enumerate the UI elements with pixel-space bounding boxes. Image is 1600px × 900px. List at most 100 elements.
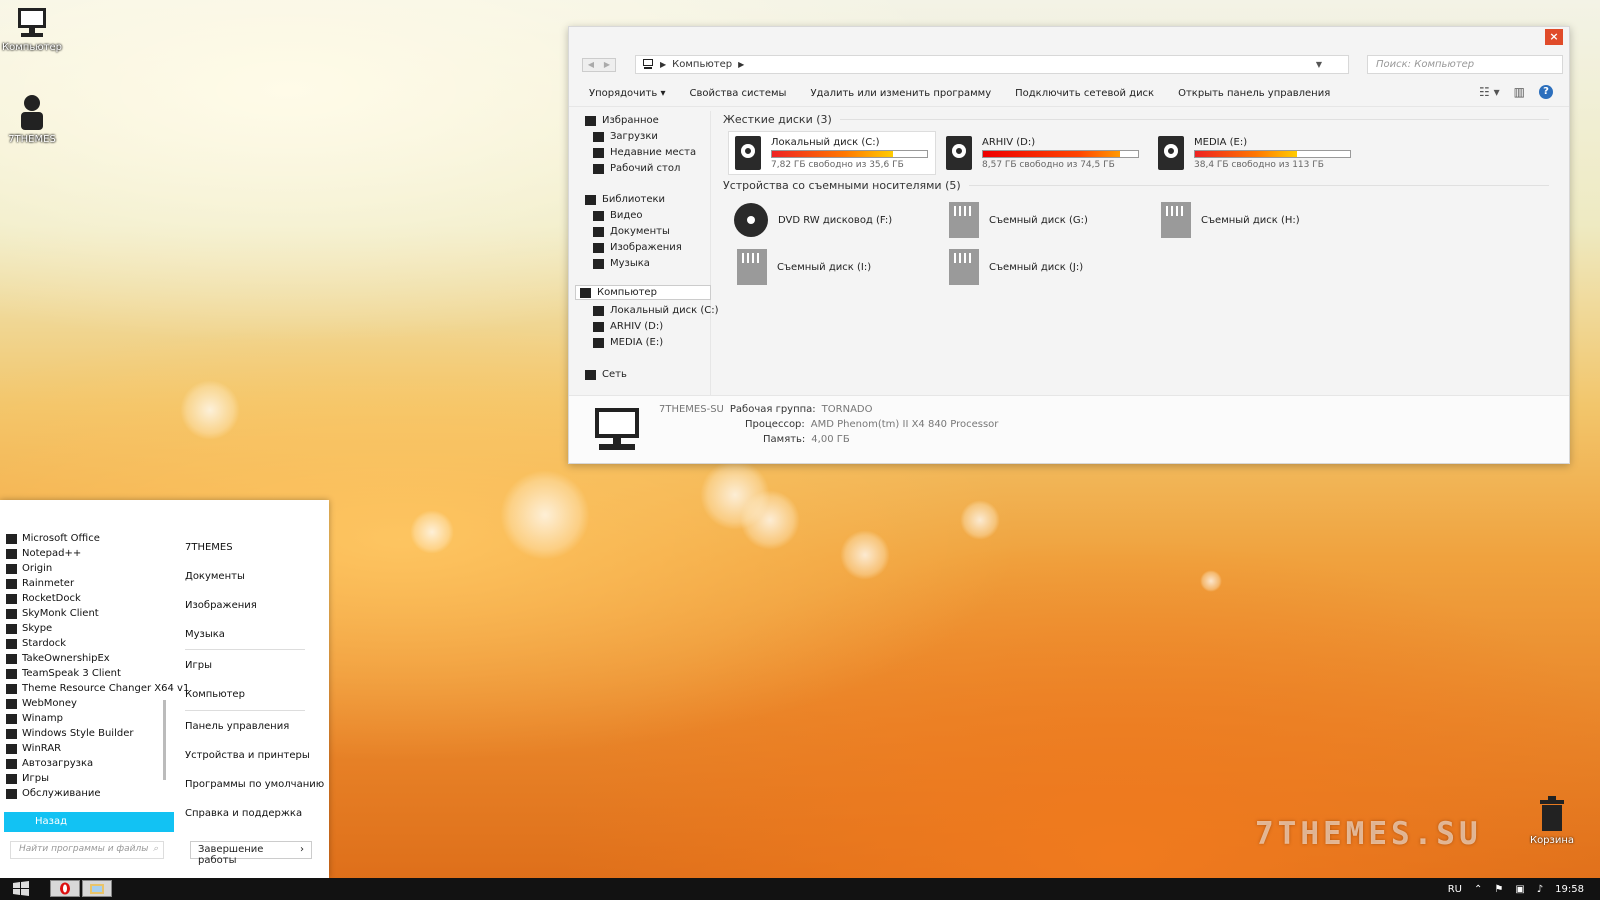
help-icon[interactable]: ? <box>1539 85 1553 99</box>
device-item[interactable]: Съемный диск (I:) <box>737 249 871 285</box>
nav-label: Библиотеки <box>602 194 666 205</box>
nav-desktop[interactable]: Рабочий стол <box>593 163 680 174</box>
nav-drive-c[interactable]: Локальный диск (C:) <box>593 305 719 316</box>
program-item[interactable]: Origin <box>6 563 52 574</box>
program-item[interactable]: Rainmeter <box>6 578 74 589</box>
program-label: TakeOwnershipEx <box>22 653 110 664</box>
nav-documents[interactable]: Документы <box>593 226 670 237</box>
hard-drive-icon <box>593 321 604 332</box>
language-indicator[interactable]: RU <box>1448 884 1462 895</box>
start-link-images[interactable]: Изображения <box>185 600 257 611</box>
back-forward-buttons[interactable]: ◀ ▶ <box>582 58 616 72</box>
breadcrumb-computer[interactable]: Компьютер <box>672 59 732 70</box>
program-item[interactable]: Игры <box>6 773 49 784</box>
start-link-music[interactable]: Музыка <box>185 629 225 640</box>
program-item[interactable]: Stardock <box>6 638 66 649</box>
close-button[interactable]: × <box>1545 29 1563 45</box>
bokeh-light <box>180 380 240 440</box>
device-item[interactable]: Съемный диск (G:) <box>949 202 1088 238</box>
preview-pane-icon[interactable]: ▥ <box>1514 85 1525 99</box>
search-input[interactable]: Поиск: Компьютер <box>1367 55 1563 74</box>
nav-label: Сеть <box>602 369 627 380</box>
taskbar-opera[interactable] <box>50 880 80 897</box>
chevron-right-icon[interactable]: ▶ <box>738 60 744 69</box>
nav-video[interactable]: Видео <box>593 210 643 221</box>
program-item[interactable]: SkyMonk Client <box>6 608 99 619</box>
chevron-right-icon[interactable]: › <box>300 844 304 856</box>
section-removable[interactable]: Устройства со съемными носителями (5) <box>723 179 1549 192</box>
dvd-icon <box>734 203 768 237</box>
start-button[interactable] <box>12 881 30 897</box>
chevron-down-icon[interactable]: ▼ <box>1316 60 1322 69</box>
drive-item[interactable]: ARHIV (D:) 8,57 ГБ свободно из 74,5 ГБ <box>940 131 1148 175</box>
forward-arrow-icon[interactable]: ▶ <box>599 59 615 71</box>
volume-icon[interactable]: ♪ <box>1537 884 1543 895</box>
program-item[interactable]: Skype <box>6 623 52 634</box>
clock[interactable]: 19:58 <box>1555 884 1584 895</box>
device-item[interactable]: Съемный диск (J:) <box>949 249 1083 285</box>
system-properties-button[interactable]: Свойства системы <box>690 88 787 99</box>
program-label: Rainmeter <box>22 578 75 589</box>
details-pane: 7THEMES-SU Рабочая группа: TORNADO Проце… <box>569 395 1569 463</box>
scrollbar[interactable] <box>163 700 166 780</box>
desktop-icon-user[interactable]: 7THEMES <box>0 94 64 145</box>
nav-label: Музыка <box>610 258 650 269</box>
address-bar[interactable]: ▶ Компьютер ▶ ▼ <box>635 55 1349 74</box>
start-link-devices[interactable]: Устройства и принтеры <box>185 750 310 761</box>
program-item[interactable]: Windows Style Builder <box>6 728 133 739</box>
device-item[interactable]: Съемный диск (H:) <box>1161 202 1300 238</box>
usage-fill <box>1195 150 1298 157</box>
program-item[interactable]: WebMoney <box>6 698 77 709</box>
program-item[interactable]: Winamp <box>6 713 63 724</box>
device-item[interactable]: DVD RW дисковод (F:) <box>734 203 892 237</box>
shutdown-button[interactable]: Завершение работы › <box>190 841 312 866</box>
back-button[interactable]: Назад <box>4 812 174 832</box>
nav-drive-d[interactable]: ARHIV (D:) <box>593 321 663 332</box>
program-item[interactable]: Theme Resource Changer X64 v1 <box>6 683 189 694</box>
start-menu: Microsoft Office Notepad++ Origin Rainmeter… <box>0 500 329 878</box>
flag-icon[interactable]: ⚑ <box>1494 884 1503 895</box>
nav-images[interactable]: Изображения <box>593 242 682 253</box>
section-hard-drives[interactable]: Жесткие диски (3) <box>723 113 1549 126</box>
start-link-computer[interactable]: Компьютер <box>185 689 245 700</box>
start-link-documents[interactable]: Документы <box>185 571 245 582</box>
nav-computer[interactable]: Компьютер <box>575 285 711 300</box>
uninstall-button[interactable]: Удалить или изменить программу <box>810 88 991 99</box>
nav-music[interactable]: Музыка <box>593 258 650 269</box>
nav-drive-e[interactable]: MEDIA (E:) <box>593 337 663 348</box>
nav-network[interactable]: Сеть <box>585 369 627 380</box>
nav-libraries[interactable]: Библиотеки <box>585 194 665 205</box>
program-item[interactable]: Microsoft Office <box>6 533 100 544</box>
nav-downloads[interactable]: Загрузки <box>593 131 658 142</box>
start-link-help[interactable]: Справка и поддержка <box>185 808 302 819</box>
folder-icon <box>6 623 17 634</box>
program-item[interactable]: TakeOwnershipEx <box>6 653 110 664</box>
map-drive-button[interactable]: Подключить сетевой диск <box>1015 88 1154 99</box>
program-item[interactable]: RocketDock <box>6 593 81 604</box>
free-space: 8,57 ГБ свободно из 74,5 ГБ <box>982 159 1115 170</box>
start-link-user[interactable]: 7THEMES <box>185 542 233 553</box>
drive-item[interactable]: MEDIA (E:) 38,4 ГБ свободно из 113 ГБ <box>1152 131 1360 175</box>
back-arrow-icon[interactable]: ◀ <box>583 59 599 71</box>
music-icon <box>593 258 604 269</box>
nav-favorites[interactable]: Избранное <box>585 115 659 126</box>
start-link-control-panel[interactable]: Панель управления <box>185 721 289 732</box>
program-item[interactable]: Автозагрузка <box>6 758 93 769</box>
chevron-up-icon[interactable]: ⌃ <box>1474 884 1482 895</box>
organize-button[interactable]: Упорядочить ▾ <box>589 88 666 99</box>
program-item[interactable]: TeamSpeak 3 Client <box>6 668 121 679</box>
network-icon[interactable]: ▣ <box>1515 884 1524 895</box>
control-panel-button[interactable]: Открыть панель управления <box>1178 88 1330 99</box>
nav-recent[interactable]: Недавние места <box>593 147 696 158</box>
desktop-icon-trash[interactable]: Корзина <box>1528 796 1576 846</box>
program-item[interactable]: Обслуживание <box>6 788 101 799</box>
program-item[interactable]: Notepad++ <box>6 548 81 559</box>
program-item[interactable]: WinRAR <box>6 743 61 754</box>
drive-item[interactable]: Локальный диск (C:) 7,82 ГБ свободно из … <box>728 131 936 175</box>
desktop-icon-computer[interactable]: Компьютер <box>0 6 64 53</box>
start-link-defaults[interactable]: Программы по умолчанию <box>185 779 324 790</box>
taskbar-explorer[interactable] <box>82 880 112 897</box>
view-options-icon[interactable]: ☷ ▾ <box>1479 85 1500 99</box>
start-link-games[interactable]: Игры <box>185 660 212 671</box>
start-search-input[interactable]: Найти программы и файлы ⌕ <box>10 841 164 859</box>
